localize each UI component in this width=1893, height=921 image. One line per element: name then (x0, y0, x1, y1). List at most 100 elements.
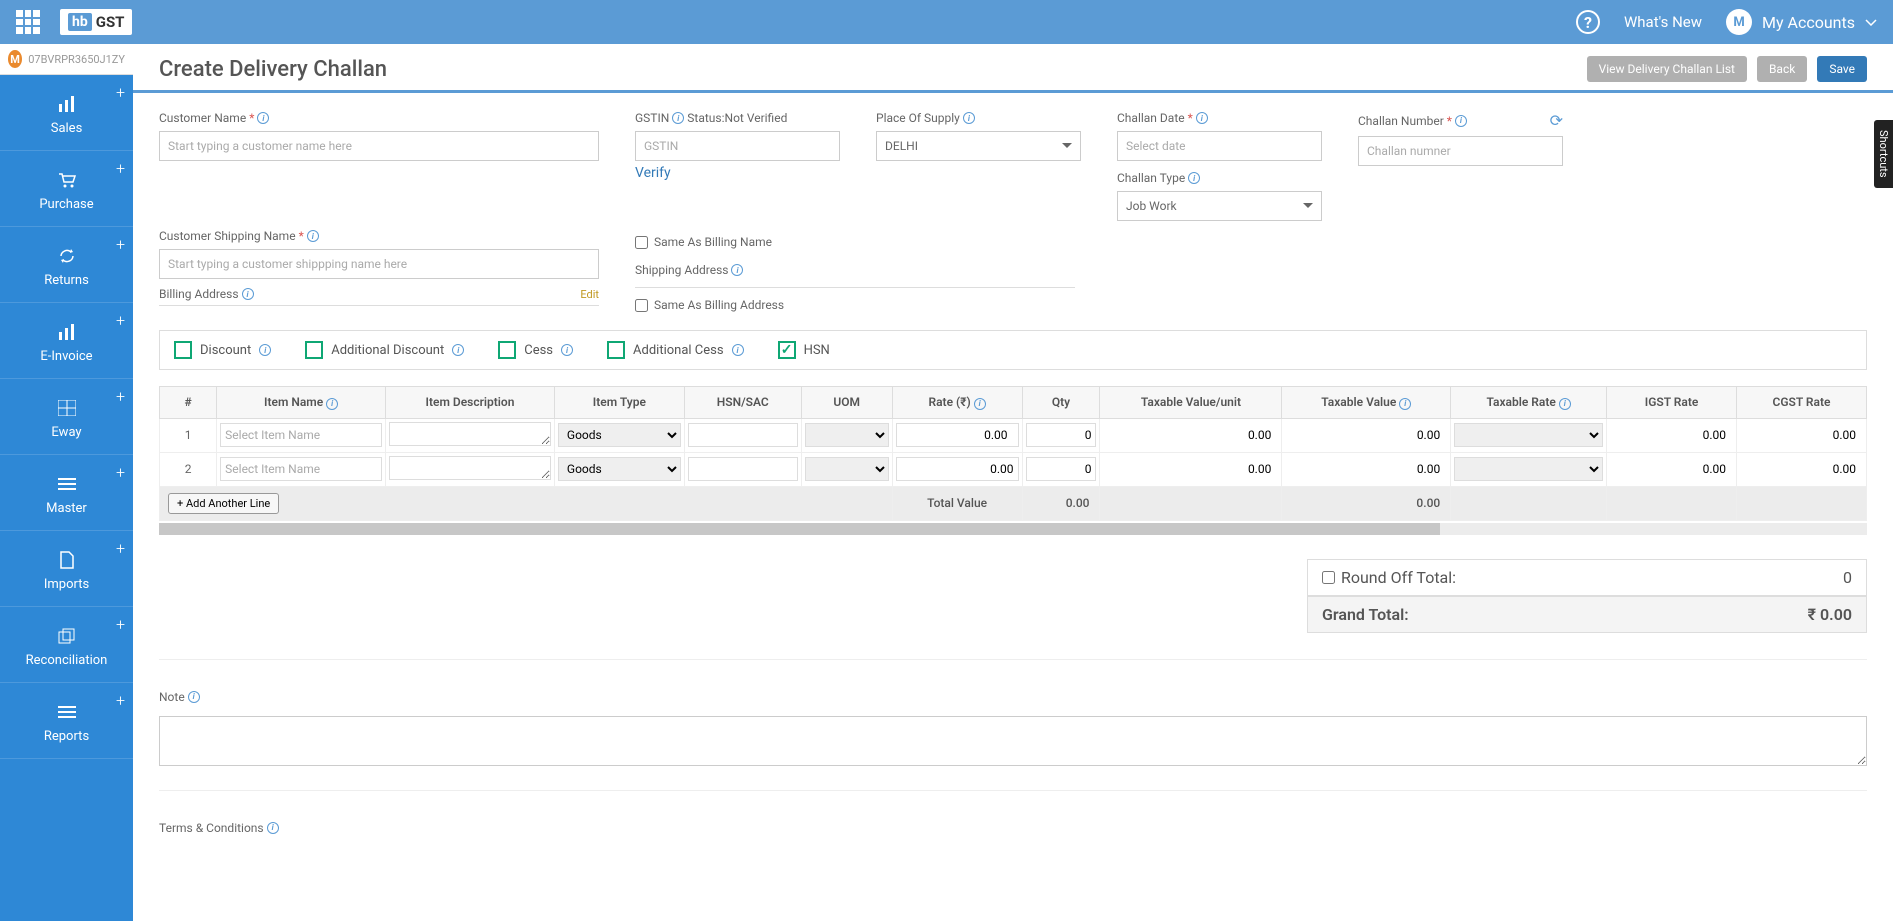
info-icon[interactable]: i (1455, 115, 1467, 127)
additional-cess-checkbox[interactable] (607, 341, 625, 359)
challan-number-input[interactable] (1358, 136, 1563, 166)
sidebar-label: Purchase (8, 197, 125, 212)
info-icon[interactable]: i (326, 398, 338, 410)
info-icon[interactable]: i (267, 822, 279, 834)
info-icon[interactable]: i (188, 691, 200, 703)
sidebar-item-reconciliation[interactable]: + Reconciliation (0, 607, 133, 683)
totals-row: + Add Another Line Total Value 0.00 0.00 (160, 486, 1867, 520)
sidebar-item-reports[interactable]: + Reports (0, 683, 133, 759)
info-icon[interactable]: i (672, 112, 684, 124)
info-icon[interactable]: i (1399, 398, 1411, 410)
col-uom: UOM (801, 387, 892, 419)
plus-icon[interactable]: + (116, 83, 125, 102)
challan-date-input[interactable] (1117, 131, 1322, 161)
apps-grid-icon[interactable] (16, 10, 40, 34)
challan-number-label: Challan Number (1358, 114, 1444, 128)
sidebar-item-master[interactable]: + Master (0, 455, 133, 531)
account-menu[interactable]: M My Accounts (1726, 9, 1877, 35)
sidebar-item-imports[interactable]: + Imports (0, 531, 133, 607)
same-as-billing-address-checkbox[interactable] (635, 299, 648, 312)
igst-cell: 0.00 (1607, 418, 1737, 452)
col-hsn: HSN/SAC (684, 387, 801, 419)
shortcuts-tab[interactable]: Shortcuts (1874, 120, 1893, 188)
refresh-icon[interactable]: ⟳ (1550, 111, 1563, 130)
plus-icon[interactable]: + (116, 691, 125, 710)
sidebar-label: Master (8, 501, 125, 516)
info-icon[interactable]: i (731, 264, 743, 276)
same-as-billing-name-checkbox[interactable] (635, 236, 648, 249)
sidebar-label: Reconciliation (8, 653, 125, 668)
item-desc-input[interactable] (389, 422, 551, 446)
additional-discount-checkbox[interactable] (305, 341, 323, 359)
plus-icon[interactable]: + (116, 463, 125, 482)
org-selector[interactable]: M 07BVRPR3650J1ZY (0, 44, 133, 75)
note-textarea[interactable] (159, 716, 1867, 766)
gstin-input[interactable] (635, 131, 840, 161)
item-name-input[interactable] (220, 457, 382, 481)
item-name-input[interactable] (220, 423, 382, 447)
main-content: Create Delivery Challan View Delivery Ch… (133, 44, 1893, 921)
discount-checkbox[interactable] (174, 341, 192, 359)
whats-new-link[interactable]: What's New (1624, 13, 1702, 31)
info-icon[interactable]: i (963, 112, 975, 124)
save-button[interactable]: Save (1817, 56, 1867, 82)
challan-date-label: Challan Date (1117, 111, 1185, 125)
cgst-cell: 0.00 (1737, 452, 1867, 486)
taxable-rate-select[interactable] (1454, 423, 1603, 447)
hsn-checkbox[interactable] (778, 341, 796, 359)
edit-link[interactable]: Edit (580, 288, 599, 301)
menu-icon (8, 701, 125, 723)
sidebar-item-sales[interactable]: + Sales (0, 75, 133, 151)
plus-icon[interactable]: + (116, 387, 125, 406)
info-icon[interactable]: i (974, 398, 986, 410)
sidebar-item-einvoice[interactable]: + E-Invoice (0, 303, 133, 379)
qty-input[interactable] (1026, 457, 1097, 481)
plus-icon[interactable]: + (116, 159, 125, 178)
plus-icon[interactable]: + (116, 235, 125, 254)
uom-select[interactable] (805, 457, 889, 481)
place-of-supply-select[interactable]: DELHI (876, 131, 1081, 161)
sidebar-item-returns[interactable]: + Returns (0, 227, 133, 303)
back-button[interactable]: Back (1757, 56, 1807, 82)
info-icon[interactable]: i (561, 344, 573, 356)
sidebar-item-eway[interactable]: + Eway (0, 379, 133, 455)
plus-icon[interactable]: + (116, 539, 125, 558)
hsn-input[interactable] (688, 423, 798, 447)
taxable-rate-select[interactable] (1454, 457, 1603, 481)
challan-type-select[interactable]: Job Work (1117, 191, 1322, 221)
col-num: # (160, 387, 217, 419)
view-list-button[interactable]: View Delivery Challan List (1587, 56, 1747, 82)
help-icon[interactable]: ? (1576, 10, 1600, 34)
info-icon[interactable]: i (1559, 398, 1571, 410)
uom-select[interactable] (805, 423, 889, 447)
round-off-checkbox[interactable] (1322, 571, 1335, 584)
rate-input[interactable] (896, 457, 1019, 481)
info-icon[interactable]: i (242, 288, 254, 300)
info-icon[interactable]: i (307, 230, 319, 242)
info-icon[interactable]: i (1196, 112, 1208, 124)
qty-input[interactable] (1026, 423, 1097, 447)
sidebar-item-purchase[interactable]: + Purchase (0, 151, 133, 227)
horizontal-scrollbar[interactable] (159, 523, 1867, 535)
info-icon[interactable]: i (257, 112, 269, 124)
plus-icon[interactable]: + (116, 311, 125, 330)
billing-address-label: Billing Address (159, 287, 239, 301)
customer-name-input[interactable] (159, 131, 599, 161)
cess-checkbox[interactable] (498, 341, 516, 359)
item-type-select[interactable]: Goods (558, 457, 681, 481)
info-icon[interactable]: i (259, 344, 271, 356)
copy-icon (8, 625, 125, 647)
plus-icon[interactable]: + (116, 615, 125, 634)
verify-link[interactable]: Verify (635, 165, 840, 181)
page-title: Create Delivery Challan (159, 57, 387, 82)
item-desc-input[interactable] (389, 456, 551, 480)
terms-label: Terms & Conditions (159, 821, 264, 835)
info-icon[interactable]: i (732, 344, 744, 356)
hsn-input[interactable] (688, 457, 798, 481)
rate-input[interactable] (896, 423, 1019, 447)
customer-shipping-input[interactable] (159, 249, 599, 279)
info-icon[interactable]: i (1188, 172, 1200, 184)
add-line-button[interactable]: + Add Another Line (168, 493, 279, 514)
info-icon[interactable]: i (452, 344, 464, 356)
item-type-select[interactable]: Goods (558, 423, 681, 447)
